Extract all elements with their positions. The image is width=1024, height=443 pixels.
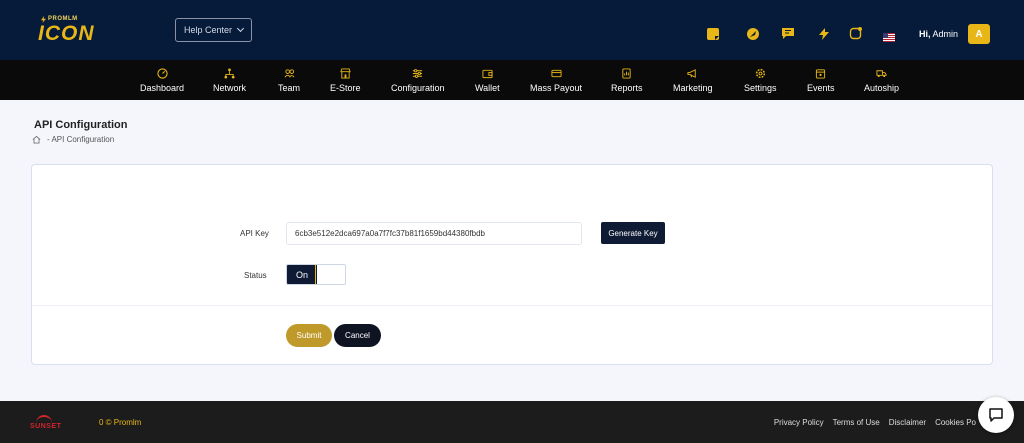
us-flag-icon[interactable] — [883, 29, 895, 42]
nav-label: Network — [213, 82, 247, 93]
nav-e-store[interactable]: E-Store — [330, 60, 361, 100]
terms-of-use-link[interactable]: Terms of Use — [833, 418, 880, 427]
top-header: PROMLM ICON Help Center Hi, Admin A — [0, 0, 1024, 60]
user-name: Admin — [932, 29, 959, 39]
page-title: API Configuration — [34, 119, 128, 131]
nav-settings[interactable]: Settings — [744, 60, 777, 100]
api-key-input[interactable]: 6cb3e512e2dca697a0a7f7fc37b81f1659bd4438… — [286, 222, 582, 245]
footer-links: Privacy Policy Terms of Use Disclaimer C… — [774, 418, 976, 427]
nav-label: E-Store — [330, 82, 361, 93]
nav-label: Autoship — [864, 82, 900, 93]
rocket-icon[interactable] — [746, 27, 760, 41]
nav-label: Team — [278, 82, 301, 93]
api-key-label: API Key — [240, 229, 269, 238]
card-icon — [550, 69, 562, 77]
nav-label: Events — [807, 82, 835, 93]
user-greeting[interactable]: Hi, Admin — [919, 29, 958, 39]
nav-label: Mass Payout — [530, 82, 583, 93]
notification-icon[interactable] — [849, 26, 863, 40]
footer: SUNSET 0 © Promlm Privacy Policy Terms o… — [0, 401, 1024, 443]
help-center-label: Help Center — [183, 25, 233, 35]
nav-autoship[interactable]: Autoship — [864, 60, 899, 100]
home-icon[interactable] — [32, 135, 41, 144]
status-toggle-on: On — [287, 265, 317, 284]
chat-icon — [989, 408, 1003, 422]
brand-big-text: ICON — [38, 22, 95, 45]
card-divider — [32, 305, 992, 306]
status-toggle[interactable]: On — [286, 264, 346, 285]
notes-icon[interactable] — [706, 27, 720, 41]
sun-rays-graphic — [36, 415, 52, 423]
chevron-down-icon — [236, 24, 245, 33]
wallet-icon — [482, 69, 493, 78]
nav-events[interactable]: Events — [807, 60, 835, 100]
breadcrumb-current: - API Configuration — [47, 135, 115, 144]
sunset-logo: SUNSET — [30, 415, 66, 433]
submit-button[interactable]: Submit — [286, 324, 332, 347]
nav-label: Wallet — [475, 82, 500, 93]
main-nav: Dashboard Network Team E-Store Configura… — [0, 60, 1024, 100]
nav-label: Marketing — [673, 82, 713, 93]
breadcrumb: - API Configuration — [32, 135, 114, 144]
sunset-logo-text: SUNSET — [30, 423, 62, 430]
sliders-icon — [413, 68, 423, 78]
status-label: Status — [244, 271, 267, 280]
team-icon — [284, 68, 294, 77]
network-icon — [224, 67, 235, 79]
status-toggle-knob — [315, 265, 345, 284]
nav-reports[interactable]: Reports — [611, 60, 643, 100]
avatar[interactable]: A — [968, 24, 990, 44]
reports-icon — [622, 67, 631, 79]
disclaimer-link[interactable]: Disclaimer — [889, 418, 926, 427]
nav-network[interactable]: Network — [213, 60, 246, 100]
nav-marketing[interactable]: Marketing — [673, 60, 713, 100]
nav-label: Dashboard — [140, 82, 185, 93]
help-center-dropdown[interactable]: Help Center — [175, 18, 252, 42]
greeting-prefix: Hi, — [919, 29, 931, 39]
nav-label: Reports — [611, 82, 643, 93]
nav-wallet[interactable]: Wallet — [475, 60, 500, 100]
truck-icon — [876, 69, 887, 77]
brand-logo[interactable]: PROMLM ICON — [38, 16, 118, 45]
copyright-text: 0 © Promlm — [99, 418, 142, 427]
bolt-icon[interactable] — [817, 27, 831, 41]
nav-label: Configuration — [391, 82, 445, 93]
cancel-button[interactable]: Cancel — [334, 324, 381, 347]
cookies-policy-link[interactable]: Cookies Po — [935, 418, 976, 427]
nav-mass-payout[interactable]: Mass Payout — [530, 60, 582, 100]
nav-label: Settings — [744, 82, 777, 93]
privacy-policy-link[interactable]: Privacy Policy — [774, 418, 824, 427]
store-icon — [340, 67, 351, 79]
nav-configuration[interactable]: Configuration — [391, 60, 445, 100]
dashboard-icon — [156, 67, 168, 79]
gear-icon — [755, 68, 765, 78]
nav-team[interactable]: Team — [278, 60, 300, 100]
message-icon[interactable] — [781, 26, 795, 40]
chat-widget-button[interactable] — [978, 397, 1014, 433]
api-config-card: API Key 6cb3e512e2dca697a0a7f7fc37b81f16… — [31, 164, 993, 365]
generate-key-button[interactable]: Generate Key — [601, 222, 665, 244]
calendar-icon — [816, 68, 826, 79]
megaphone-icon — [687, 68, 696, 78]
nav-dashboard[interactable]: Dashboard — [140, 60, 184, 100]
